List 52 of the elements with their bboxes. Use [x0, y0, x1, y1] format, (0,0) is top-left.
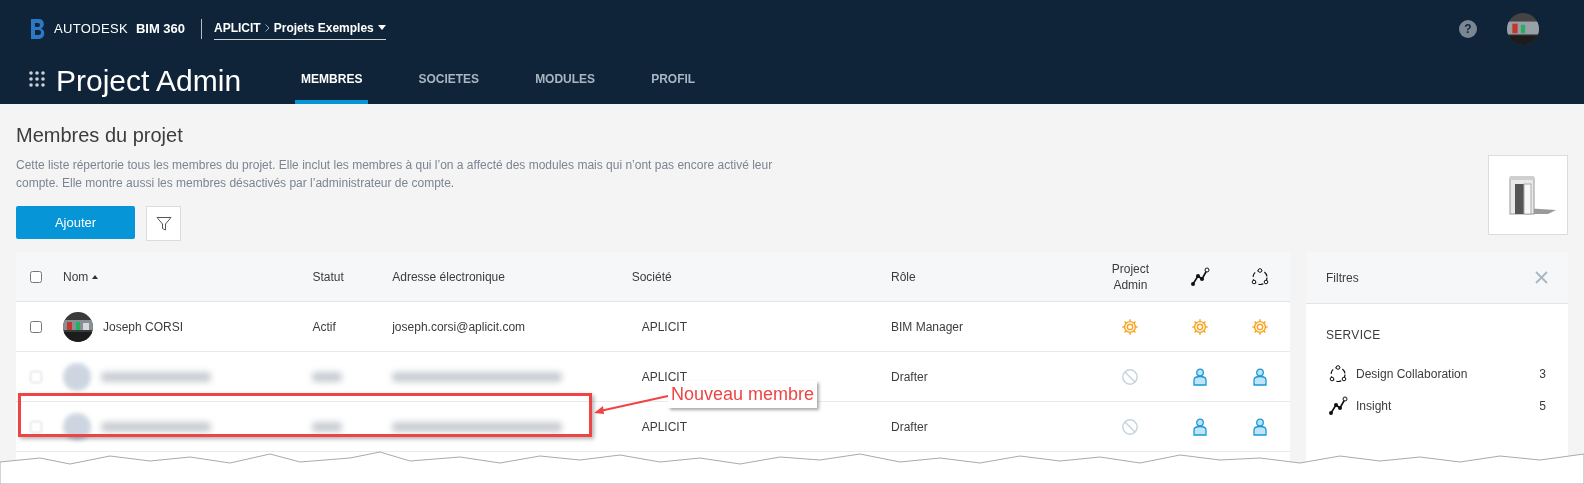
chevron-icon: [264, 23, 270, 32]
user-avatar[interactable]: [1507, 13, 1539, 45]
filter-button[interactable]: [146, 206, 181, 241]
role-text: BIM Manager: [891, 319, 963, 334]
account-name: APLICIT: [214, 19, 261, 37]
column-header[interactable]: Project Admin: [1105, 260, 1156, 293]
collaboration-icon: [1250, 266, 1271, 287]
nav-tab[interactable]: PROFIL: [645, 70, 702, 104]
role-text: Drafter: [891, 369, 928, 384]
sort-caret-icon: [92, 274, 99, 279]
member-name: Joseph CORSI: [103, 318, 184, 336]
blurred-avatar: [63, 362, 91, 391]
avatar-icon: [63, 311, 93, 342]
close-icon: [1535, 271, 1548, 284]
insight-icon: [1328, 396, 1348, 416]
select-all-checkbox[interactable]: [30, 270, 42, 283]
email-text: joseph.corsi@aplicit.com: [392, 318, 527, 336]
nav-tab[interactable]: MEMBRES: [295, 70, 369, 104]
filter-item[interactable]: Insight 5: [1306, 396, 1568, 416]
company-text: APLICIT: [641, 369, 687, 384]
help-button[interactable]: ?: [1459, 20, 1477, 38]
project-name: Projets Exemples: [273, 19, 374, 37]
column-header[interactable]: Adresse électronique: [392, 267, 632, 286]
project-selector[interactable]: APLICIT Projets Exemples: [214, 18, 386, 40]
page-description: Cette liste répertorie tous les membres du projet. Elle inclut les membres à qui l’on a affecté des modules mais qui n’ont pas encore activé leur compte. Elle montre aussi les membres désactivés par l’administrateur de compte.: [16, 157, 774, 192]
role-text: Drafter: [891, 419, 928, 434]
filter-item[interactable]: Design Collaboration 3: [1306, 364, 1568, 384]
annotation-label: Nouveau membre: [668, 381, 818, 408]
logo-icon: [30, 18, 46, 40]
collaboration-icon: [1328, 364, 1348, 384]
insight-icon: [1190, 266, 1211, 287]
product-name: BIM 360: [135, 20, 186, 39]
column-header[interactable]: Société: [631, 267, 891, 286]
row-checkbox[interactable]: [30, 320, 42, 333]
apps-grid-icon[interactable]: [28, 70, 46, 88]
column-header[interactable]: Rôle: [891, 267, 1091, 286]
column-header[interactable]: Statut: [312, 267, 393, 286]
filter-icon: [155, 215, 172, 232]
page-title: Membres du projet: [16, 123, 184, 148]
company-text: APLICIT: [641, 319, 687, 334]
brand-name: AUTODESK: [54, 20, 128, 39]
company-text: APLICIT: [641, 419, 687, 434]
app-title: Project Admin: [56, 66, 242, 96]
nav-tab[interactable]: SOCIETES: [412, 70, 486, 104]
caret-icon: [377, 25, 386, 30]
column-header[interactable]: Nom: [63, 267, 89, 286]
status-text: Actif: [312, 318, 337, 336]
blurred-text: [312, 421, 343, 432]
panel-title: Filtres: [1326, 269, 1359, 287]
section-title: SERVICE: [1326, 327, 1381, 344]
blurred-text: [312, 371, 343, 382]
nav-tab[interactable]: MODULES: [529, 70, 602, 104]
